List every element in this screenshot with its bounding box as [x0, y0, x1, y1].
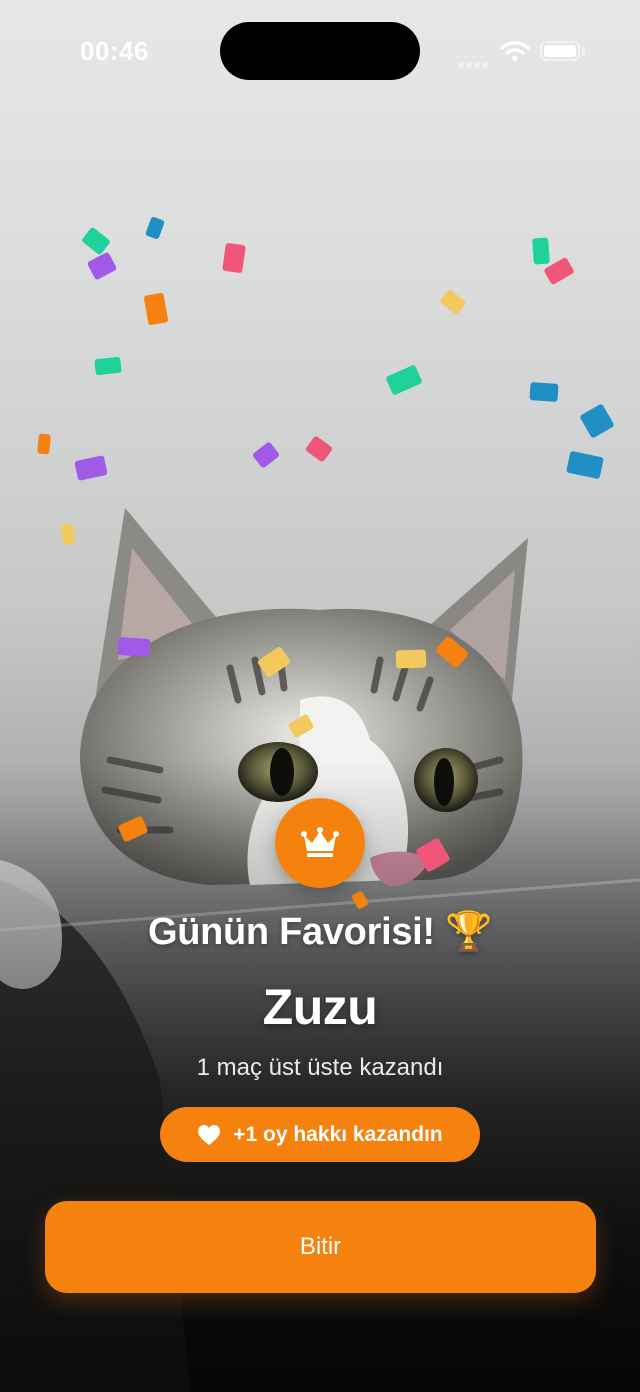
battery-tip: [582, 48, 585, 55]
heart-icon: [198, 1124, 221, 1145]
cellular-signal-icon: [458, 55, 492, 68]
cat-name: Zuzu: [262, 979, 378, 1035]
reward-badge: +1 oy hakkı kazandın: [160, 1107, 480, 1162]
crown-icon: [301, 827, 339, 857]
streak-text: 1 maç üst üste kazandı: [196, 1054, 444, 1081]
victory-screen: 00:46 Günün Favorisi! 🏆 Zuzu 1 maç üst ü…: [0, 0, 640, 1392]
battery-icon: [540, 41, 580, 61]
status-time: 00:46: [80, 36, 149, 66]
finish-button[interactable]: Bitir: [45, 1201, 596, 1293]
status-bar: 00:46: [0, 0, 640, 104]
wifi-icon: [500, 40, 530, 62]
dynamic-island: [220, 22, 420, 80]
reward-label: +1 oy hakkı kazandın: [233, 1122, 443, 1146]
win-title: Günün Favorisi! 🏆: [147, 911, 493, 953]
crown-badge: [275, 798, 365, 888]
